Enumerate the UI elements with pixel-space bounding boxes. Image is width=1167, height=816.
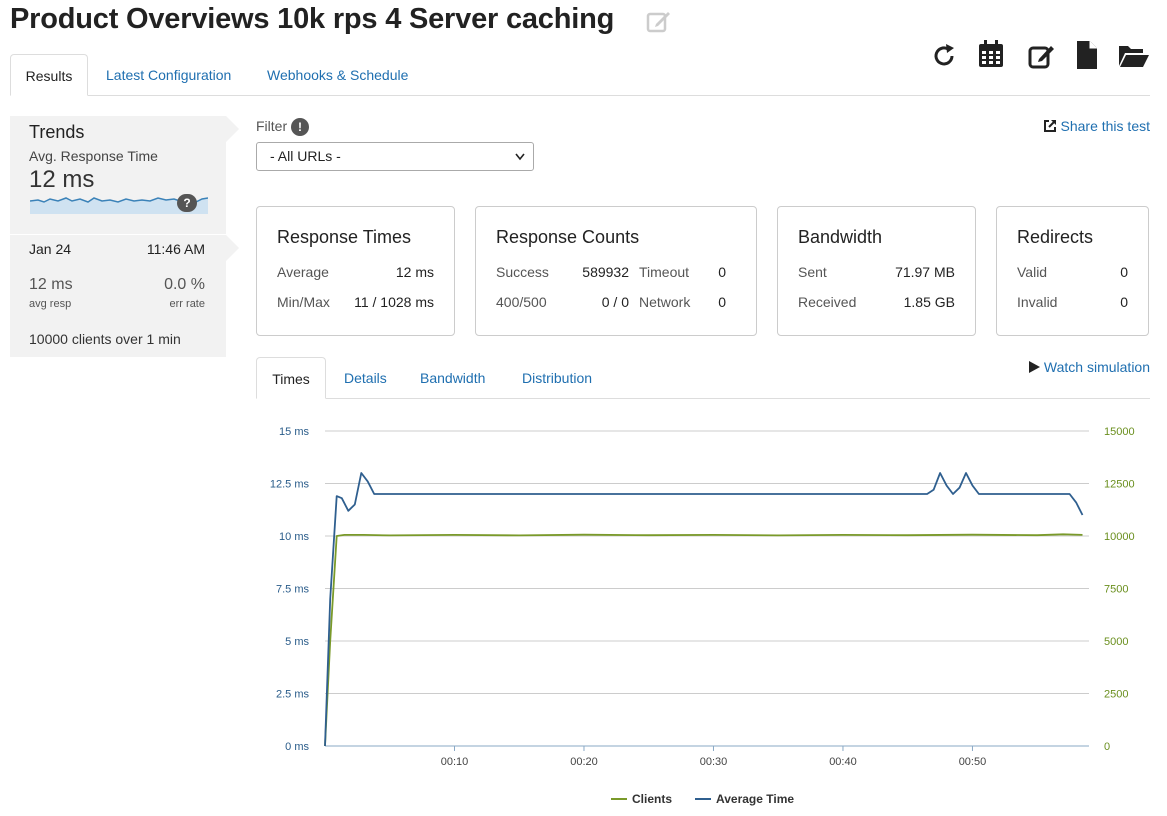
y-left-tick-label: 15 ms <box>279 426 309 438</box>
y-right-tick-label: 15000 <box>1104 426 1135 438</box>
x-tick-label: 00:30 <box>700 756 728 768</box>
card-title: Response Counts <box>496 227 640 247</box>
card-bandwidth: Bandwidth Sent 71.97 MB Received 1.85 GB <box>777 206 976 336</box>
watch-simulation-link[interactable]: Watch simulation <box>1028 359 1150 375</box>
sent-label: Sent <box>798 264 827 280</box>
duration-unit: min <box>158 331 181 347</box>
page-title: Product Overviews 10k rps 4 Server cachi… <box>10 3 615 35</box>
share-link[interactable]: Share this test <box>1043 118 1151 134</box>
y-right-tick-label: 7500 <box>1104 584 1128 596</box>
received-label: Received <box>798 294 857 310</box>
run-arrow <box>226 235 239 261</box>
tab-latest-configuration[interactable]: Latest Configuration <box>92 54 245 96</box>
url-filter-selected: - All URLs - <box>270 148 341 164</box>
y-right-tick-label: 10000 <box>1104 531 1135 543</box>
tab-distribution[interactable]: Distribution <box>522 357 592 399</box>
err-rate-value: 0.0 % <box>164 276 205 293</box>
network-label: Network <box>639 294 691 310</box>
x-tick-label: 00:50 <box>959 756 987 768</box>
clients-count: 10000 <box>29 331 68 347</box>
share-label: Share this test <box>1060 118 1151 134</box>
x-tick-label: 00:40 <box>829 756 857 768</box>
share-icon <box>1043 120 1056 132</box>
invalid-value: 0 <box>1120 294 1128 310</box>
refresh-icon[interactable] <box>930 42 958 70</box>
tab-webhooks-schedule[interactable]: Webhooks & Schedule <box>253 54 422 96</box>
error-label: 400/500 <box>496 294 547 310</box>
series-line-average-time <box>324 472 1084 747</box>
error-value: 0 / 0 <box>601 294 629 310</box>
card-title: Redirects <box>1017 227 1094 247</box>
trends-help-icon[interactable]: ? <box>177 194 197 212</box>
err-rate-label: err rate <box>169 298 205 310</box>
valid-value: 0 <box>1120 264 1128 280</box>
invalid-label: Invalid <box>1017 294 1058 310</box>
subtabs-divider <box>256 398 1150 399</box>
tab-results[interactable]: Results <box>10 54 88 96</box>
duration: 1 <box>146 331 155 347</box>
legend-label: Clients <box>632 792 672 806</box>
average-label: Average <box>277 264 329 280</box>
card-title: Bandwidth <box>798 227 883 247</box>
tab-details[interactable]: Details <box>344 357 387 399</box>
tab-bandwidth[interactable]: Bandwidth <box>420 357 485 399</box>
test-run-item[interactable]: Jan 24 11:46 AM 12 ms avg resp 0.0 % err… <box>10 235 226 357</box>
trends-value: 12 ms <box>29 166 95 193</box>
calendar-icon[interactable] <box>978 40 1004 68</box>
y-left-tick-label: 12.5 ms <box>270 479 310 491</box>
filter-info-icon[interactable]: ! <box>291 118 309 136</box>
y-right-tick-label: 0 <box>1104 741 1110 753</box>
card-response-counts: Response Counts Success 589932 Timeout 0… <box>475 206 757 336</box>
average-value: 12 ms <box>395 264 434 280</box>
file-icon[interactable] <box>1076 40 1098 70</box>
trends-subtitle: Avg. Response Time <box>29 148 158 164</box>
edit-icon[interactable] <box>1028 42 1056 70</box>
edit-title-icon[interactable] <box>646 9 672 35</box>
tab-times[interactable]: Times <box>256 357 326 399</box>
success-value: 589932 <box>582 264 629 280</box>
chevron-down-icon <box>515 153 525 161</box>
filter-label: Filter <box>256 118 288 134</box>
y-left-tick-label: 0 ms <box>285 741 309 753</box>
valid-label: Valid <box>1017 264 1048 280</box>
network-value: 0 <box>718 294 726 310</box>
y-left-tick-label: 7.5 ms <box>276 584 310 596</box>
y-left-tick-label: 10 ms <box>279 531 309 543</box>
clients-summary: 10000 clients over 1 min <box>29 331 181 347</box>
run-time: 11:46 AM <box>146 241 205 257</box>
run-date: Jan 24 <box>29 241 72 257</box>
timeout-label: Timeout <box>639 264 690 280</box>
x-tick-label: 00:10 <box>441 756 469 768</box>
y-right-tick-label: 2500 <box>1104 689 1128 701</box>
watch-simulation-label: Watch simulation <box>1043 359 1150 375</box>
clients-text: clients over <box>71 331 143 347</box>
trends-panel: Trends Avg. Response Time 12 ms ? <box>10 116 226 234</box>
sent-value: 71.97 MB <box>895 264 955 280</box>
trends-title: Trends <box>29 122 85 142</box>
folder-open-icon[interactable] <box>1118 44 1150 68</box>
y-right-tick-label: 5000 <box>1104 636 1128 648</box>
times-chart: 0 ms 0 2.5 ms 2500 5 ms 5000 7.5 ms 7500 10 ms 10… <box>270 426 1135 806</box>
series-line-clients <box>324 533 1083 747</box>
play-icon <box>1028 361 1040 373</box>
y-right-tick-label: 12500 <box>1104 479 1135 491</box>
card-title: Response Times <box>277 227 412 247</box>
x-tick-label: 00:20 <box>570 756 598 768</box>
received-value: 1.85 GB <box>903 294 955 310</box>
trends-arrow <box>226 116 239 142</box>
minmax-value: 11 / 1028 ms <box>354 294 434 310</box>
avg-resp-label: avg resp <box>29 298 72 310</box>
card-response-times: Response Times Average 12 ms Min/Max 11 … <box>256 206 455 336</box>
y-left-tick-label: 5 ms <box>285 636 309 648</box>
avg-resp-value: 12 ms <box>29 276 73 293</box>
timeout-value: 0 <box>718 264 726 280</box>
toolbar <box>930 40 1150 72</box>
minmax-label: Min/Max <box>277 294 330 310</box>
success-label: Success <box>496 264 549 280</box>
y-left-tick-label: 2.5 ms <box>276 689 310 701</box>
url-filter-select[interactable]: - All URLs - <box>256 142 534 171</box>
card-redirects: Redirects Valid 0 Invalid 0 <box>996 206 1149 336</box>
legend-label: Average Time <box>716 792 794 806</box>
